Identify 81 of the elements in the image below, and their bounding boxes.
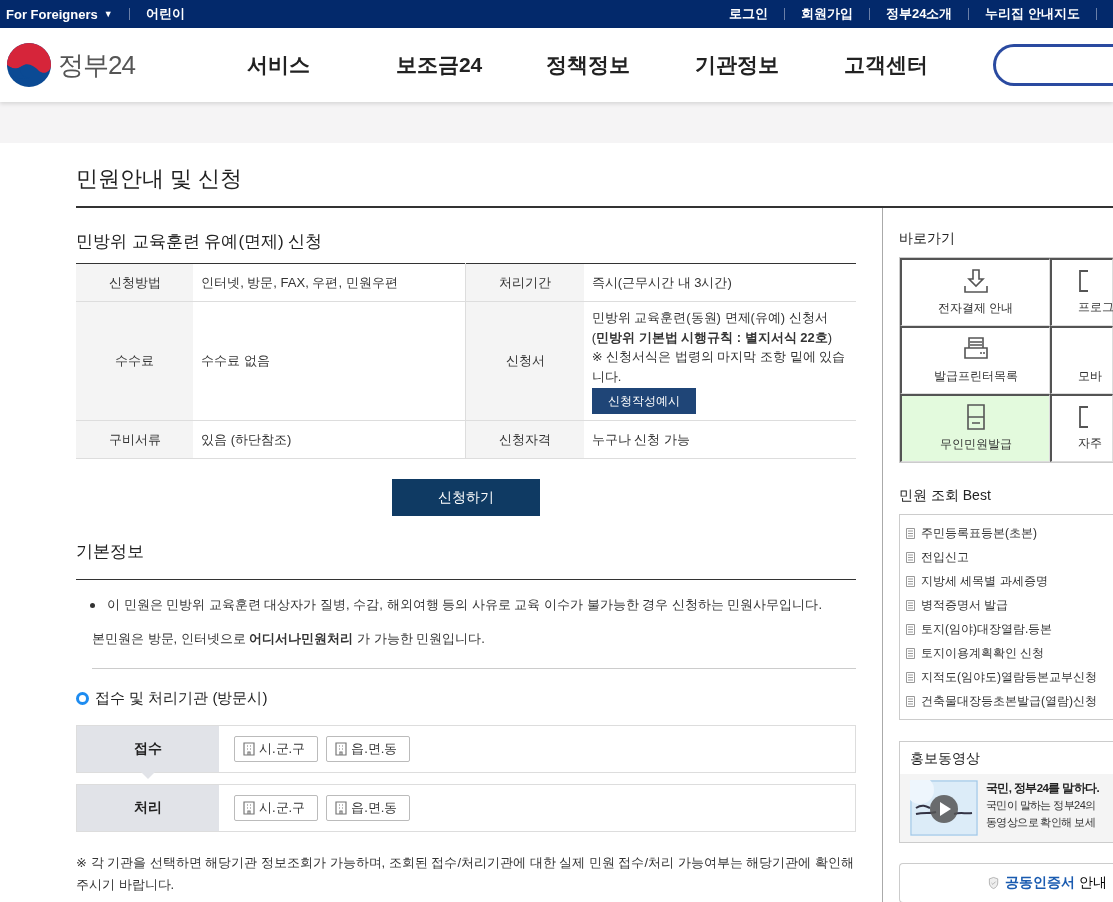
popular-service-link[interactable]: 토지이용계획확인 신청 <box>921 644 1045 662</box>
nav-menu-item[interactable]: 정책정보 <box>545 51 695 79</box>
caret-icon[interactable]: ▼ <box>103 9 113 19</box>
nav-menu-item[interactable]: 고객센터 <box>843 51 993 79</box>
top-link[interactable]: 로그인 <box>728 5 768 23</box>
shortcut-item[interactable]: 자주 <box>1050 394 1113 462</box>
field-label: 구비서류 <box>76 420 194 459</box>
document-icon <box>906 695 915 707</box>
logo-text[interactable]: 정부24 <box>58 47 135 83</box>
building-icon <box>335 742 348 756</box>
field-label: 처리기간 <box>466 263 584 302</box>
apply-button[interactable]: 신청하기 <box>392 479 540 516</box>
field-label: 수수료 <box>76 301 194 421</box>
popular-service-link[interactable]: 건축물대장등초본발급(열람)신청 <box>921 692 1097 710</box>
language-menu[interactable]: For Foreigners <box>6 6 98 22</box>
field-value: 민방위 교육훈련(동원) 면제(유예) 신청서 (민방위 기본법 시행규칙 : 별지서식 22호) <box>591 309 834 347</box>
document-icon <box>906 647 915 659</box>
top-link[interactable]: 회원가입 <box>800 5 853 23</box>
device-icon <box>1078 269 1088 293</box>
agency-label[interactable]: 접수 <box>77 726 219 772</box>
info-text: 이 민원은 민방위 교육훈련 대상자가 질병, 수감, 해외여행 등의 사유로 교육 이수가 불가능한 경우 신청하는 민원사무입니다. <box>107 596 822 614</box>
building-icon <box>335 801 348 815</box>
top-link[interactable]: 누리집 안내지도 <box>985 5 1080 23</box>
ring-icon <box>76 692 89 705</box>
logo-icon <box>6 42 52 88</box>
nav-menu-item[interactable]: 보조금24 <box>395 51 546 79</box>
field-label: 신청서 <box>466 301 584 421</box>
search-field[interactable] <box>992 44 1113 86</box>
device-icon <box>1078 405 1088 429</box>
shortcut-item[interactable]: 모바 <box>1050 326 1113 394</box>
document-icon <box>906 527 915 539</box>
document-icon <box>906 551 915 563</box>
section-title: 기본정보 <box>76 540 856 580</box>
popular-service-link[interactable]: 지적도(임야도)열람등본교부신청 <box>921 668 1097 686</box>
form-note: ※ 신청서식은 법령의 마지막 조항 밑에 있습니다. <box>591 348 847 386</box>
sidebar-title: 민원 조회 Best <box>899 487 992 505</box>
sidebar-title: 바로가기 <box>899 230 956 248</box>
popular-service-link[interactable]: 지방세 세목별 과세증명 <box>921 572 1048 590</box>
document-icon <box>906 575 915 587</box>
video-title[interactable]: 국민, 정부24를 말하다. <box>986 780 1100 797</box>
page-title: 민원안내 및 신청 <box>76 165 244 193</box>
subsection-title: 접수 및 처리기관 (방문시) <box>95 689 268 708</box>
download-icon <box>962 268 989 294</box>
field-value: 즉시(근무시간 내 3시간) <box>583 263 856 302</box>
agency-label[interactable]: 처리 <box>77 785 219 831</box>
document-icon <box>906 671 915 683</box>
shortcut-item[interactable]: 무인민원발급 <box>900 394 1050 462</box>
panel-title: 홍보동영상 <box>909 749 981 768</box>
building-icon <box>243 742 255 756</box>
document-icon <box>906 623 915 635</box>
document-icon <box>906 599 915 611</box>
shortcut-item[interactable]: 발급프린터목록 <box>900 326 1050 394</box>
shortcut-item[interactable]: 전자결제 안내 <box>900 258 1050 326</box>
agency-button[interactable]: 시.군.구 <box>234 736 319 762</box>
top-link[interactable]: 정부24소개 <box>885 5 953 23</box>
kiosk-icon <box>965 404 986 430</box>
nav-menu-item[interactable]: 서비스 <box>246 51 396 79</box>
popular-service-link[interactable]: 병적증명서 발급 <box>921 596 1009 614</box>
video-description: 국민이 말하는 정부24의 <box>986 798 1097 813</box>
agency-button[interactable]: 읍.면.동 <box>326 736 411 762</box>
bullet-icon <box>90 602 95 608</box>
nav-menu-item[interactable]: 기관정보 <box>694 51 844 79</box>
field-label: 신청방법 <box>76 263 194 302</box>
shortcut-item[interactable]: 프로그 <box>1050 258 1113 326</box>
example-button[interactable]: 신청작성예시 <box>591 388 696 414</box>
building-icon <box>243 801 255 815</box>
footnote: ※ 각 기관을 선택하면 해당기관 정보조회가 가능하며, 조회된 접수/처리기관에 대한 실제 민원 접수/처리 가능여부는 해당기관에 확인해 주시기 바랍니다. <box>76 854 855 894</box>
field-value: 누구나 신청 가능 <box>583 420 856 459</box>
kids-link[interactable]: 어린이 <box>145 5 185 23</box>
popular-service-link[interactable]: 전입신고 <box>921 548 969 566</box>
certificate-button[interactable]: 공동인증서 안내 <box>899 863 1113 902</box>
printer-icon <box>961 336 990 362</box>
section-title: 민방위 교육훈련 유예(면제) 신청 <box>76 231 324 253</box>
agency-button[interactable]: 읍.면.동 <box>326 795 411 821</box>
field-label: 신청자격 <box>466 420 584 459</box>
agency-button[interactable]: 시.군.구 <box>234 795 319 821</box>
popular-service-link[interactable]: 토지(임야)대장열람.등본 <box>921 620 1053 638</box>
video-description: 동영상으로 확인해 보세 <box>986 815 1096 830</box>
popular-service-link[interactable]: 주민등록표등본(초본) <box>921 524 1037 542</box>
info-text: 본민원은 방문, 인터넷으로 어디서나민원처리 가 가능한 민원입니다. <box>92 630 856 669</box>
shield-icon <box>988 874 1000 892</box>
